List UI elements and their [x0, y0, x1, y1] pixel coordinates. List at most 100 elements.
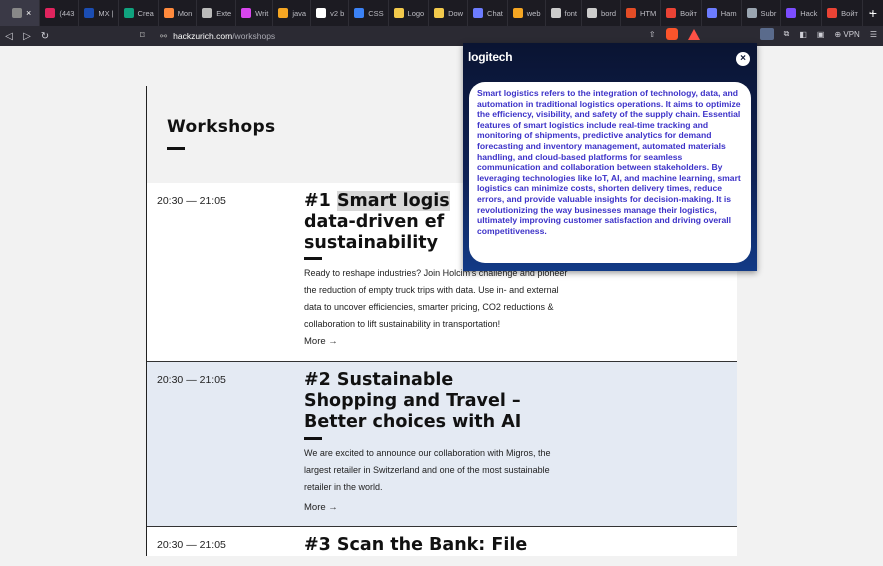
browser-tab[interactable]: CSS [349, 0, 389, 26]
tab-label: Mon [177, 8, 193, 18]
tab-label: (443 [59, 8, 75, 18]
tab-favicon-icon [666, 8, 677, 18]
tab-label: Dow [448, 8, 464, 18]
browser-tab[interactable]: Hack [781, 0, 823, 26]
browser-tab[interactable]: HTM [621, 0, 662, 26]
popup-response-bubble: Smart logistics refers to the integratio… [469, 82, 751, 263]
tab-favicon-icon [202, 8, 213, 18]
tab-label: Writ [255, 8, 269, 18]
brave-shields-icon[interactable] [665, 28, 678, 40]
tab-favicon-icon [45, 8, 56, 18]
tab-label: Crea [137, 8, 154, 18]
tab-list-dropdown-icon[interactable]: ⌄ [867, 6, 875, 17]
tab-label: MX | [98, 8, 114, 18]
url-domain: hackzurich.com [173, 31, 233, 41]
tab-favicon-icon [625, 8, 636, 18]
tab-favicon-icon [827, 8, 838, 18]
title-underline [167, 147, 185, 150]
tab-label: Войт [680, 8, 697, 18]
browser-tab[interactable]: web [508, 0, 546, 26]
url-path: /workshops [232, 31, 276, 41]
vpn-button[interactable]: ⊕ VPN [834, 30, 859, 39]
tab-close-icon[interactable]: × [26, 8, 31, 18]
more-link[interactable]: More → [304, 336, 338, 347]
tab-favicon-icon [84, 8, 95, 18]
tab-strip: × (443 MX | Crea Mon Exte Writ java v2 b CSS Logo D… [0, 0, 883, 26]
browser-tab[interactable]: × [0, 0, 41, 26]
extension-icon[interactable] [759, 28, 774, 40]
tab-label: Subr [760, 8, 777, 18]
browser-tab[interactable]: Dow [429, 0, 469, 26]
browser-tab[interactable]: (443 [40, 0, 80, 26]
browser-tab[interactable]: MX | [79, 0, 119, 26]
back-icon[interactable]: ◁ [0, 31, 18, 42]
tab-label: Exte [216, 8, 232, 18]
reload-icon[interactable]: ↻ [36, 31, 54, 42]
workshop-row: 20:30 — 21:05 #3 Scan the Bank: File [147, 526, 737, 566]
tab-label: web [526, 8, 541, 18]
browser-tab[interactable]: Crea [119, 0, 159, 26]
title-underline [304, 257, 322, 260]
page-title: Workshops [167, 117, 276, 137]
workshop-time: 20:30 — 21:05 [157, 374, 226, 386]
more-link[interactable]: More → [304, 502, 338, 513]
workshop-time: 20:30 — 21:05 [157, 195, 226, 207]
site-settings-icon[interactable]: ⚯ [160, 31, 167, 42]
browser-tab[interactable]: Subr [742, 0, 782, 26]
tab-favicon-icon [354, 8, 365, 18]
tab-label: java [292, 8, 307, 18]
extensions-puzzle-icon[interactable]: ⧉ [784, 29, 790, 39]
popup-response-text: Smart logistics refers to the integratio… [477, 88, 741, 236]
browser-tab[interactable]: Войт [661, 0, 702, 26]
browser-tab[interactable]: Logo [389, 0, 430, 26]
tab-favicon-icon [163, 8, 174, 18]
browser-tab[interactable]: Mon [159, 0, 198, 26]
workshop-row: 20:30 — 21:05 #2 Sustainable Shopping an… [147, 361, 737, 526]
workshop-title[interactable]: #3 Scan the Bank: File [304, 535, 604, 556]
tab-favicon-icon [706, 8, 717, 18]
title-underline [304, 437, 322, 440]
tab-label: bord [601, 8, 617, 18]
browser-tab[interactable]: Writ [236, 0, 274, 26]
menu-icon[interactable]: ☰ [870, 30, 877, 39]
browser-tab[interactable]: Ham [702, 0, 742, 26]
tab-favicon-icon [512, 8, 523, 18]
logitech-logo: logitech [468, 50, 513, 64]
tab-favicon-icon [550, 8, 561, 18]
browser-tab[interactable]: java [273, 0, 312, 26]
wallet-icon[interactable]: ▣ [817, 30, 825, 39]
tab-label: Hack [800, 8, 818, 18]
tab-label: CSS [368, 8, 384, 18]
tab-favicon-icon [473, 8, 484, 18]
share-icon[interactable]: ⇧ [649, 30, 656, 39]
tab-label: Войт [841, 8, 858, 18]
url-field[interactable]: ⚯ hackzurich.com/workshops [160, 28, 670, 44]
browser-tab[interactable]: Chat [468, 0, 508, 26]
tab-label: HTM [639, 8, 657, 18]
tab-favicon-icon [746, 8, 757, 18]
tab-favicon-icon [278, 8, 289, 18]
browser-tab[interactable]: Exte [197, 0, 237, 26]
workshop-description: Ready to reshape industries? Join Holcim… [304, 268, 568, 329]
workshop-description: We are excited to announce our collabora… [304, 448, 551, 492]
tab-favicon-icon [241, 8, 252, 18]
sidebar-icon[interactable]: ◧ [799, 30, 807, 39]
tab-label: Chat [487, 8, 503, 18]
vpn-label: VPN [843, 29, 860, 39]
workshop-time: 20:30 — 21:05 [157, 539, 226, 551]
browser-tab[interactable]: bord [582, 0, 621, 26]
tab-favicon-icon [316, 8, 327, 18]
bookmark-icon[interactable]: ⌑ [140, 30, 145, 41]
toolbar-right: ⇧ ⧉ ◧ ▣ ⊕ VPN ☰ [649, 28, 877, 40]
tab-favicon-icon [393, 8, 404, 18]
brave-rewards-icon[interactable] [687, 28, 700, 40]
tab-label: Logo [407, 8, 425, 18]
workshop-title[interactable]: #2 Sustainable Shopping and Travel – Bet… [304, 370, 584, 433]
logitech-ai-popup: logitech × Smart logistics refers to the… [463, 43, 757, 271]
forward-icon[interactable]: ▷ [18, 31, 36, 42]
browser-tab[interactable]: Войт [822, 0, 863, 26]
close-icon[interactable]: × [736, 52, 750, 66]
browser-tab[interactable]: v2 b [311, 0, 350, 26]
browser-tab[interactable]: font [546, 0, 583, 26]
tab-label: v2 b [330, 8, 345, 18]
